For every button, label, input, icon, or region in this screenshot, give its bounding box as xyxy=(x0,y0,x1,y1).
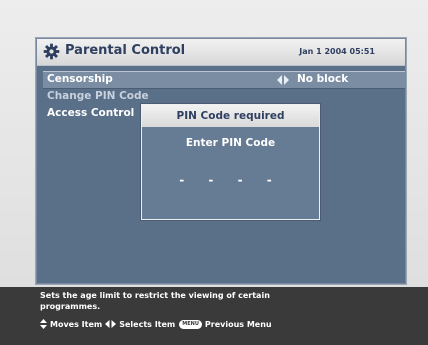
pin-dialog: PIN Code required Enter PIN Code - - - - xyxy=(141,104,320,220)
help-bar: Sets the age limit to restrict the viewi… xyxy=(0,287,428,345)
selects-item-label: Selects Item xyxy=(119,319,176,329)
left-right-arrows-icon xyxy=(277,75,289,85)
moves-item-label: Moves Item xyxy=(50,319,103,329)
censorship-value: No block xyxy=(297,73,349,85)
up-down-arrows-icon xyxy=(40,319,47,329)
menu-item-label: Censorship xyxy=(47,73,113,85)
menu-item-change-pin[interactable]: Change PIN Code xyxy=(43,89,243,105)
date-time: Jan 1 2004 05:51 xyxy=(299,47,375,56)
page-title: Parental Control xyxy=(65,43,186,58)
help-text-line-2: programmes. xyxy=(40,302,101,311)
pin-prompt: Enter PIN Code xyxy=(185,137,276,149)
left-right-arrows-icon xyxy=(105,320,117,328)
menu-item-label: Access Control xyxy=(47,107,135,119)
menu-key-icon: MENU xyxy=(179,319,202,329)
menu-item-censorship[interactable]: Censorship No block xyxy=(43,71,405,89)
menu-item-label: Change PIN Code xyxy=(47,90,149,102)
help-text-line-1: Sets the age limit to restrict the viewi… xyxy=(40,291,270,300)
previous-menu-label: Previous Menu xyxy=(204,319,272,329)
window-title-bar: Parental Control Jan 1 2004 05:51 xyxy=(37,39,405,66)
key-legend: Moves Item Selects Item MENU Previous Me… xyxy=(40,318,272,330)
gear-icon xyxy=(43,43,60,60)
dialog-title: PIN Code required xyxy=(142,105,319,127)
pin-input[interactable]: - - - - xyxy=(142,173,319,187)
